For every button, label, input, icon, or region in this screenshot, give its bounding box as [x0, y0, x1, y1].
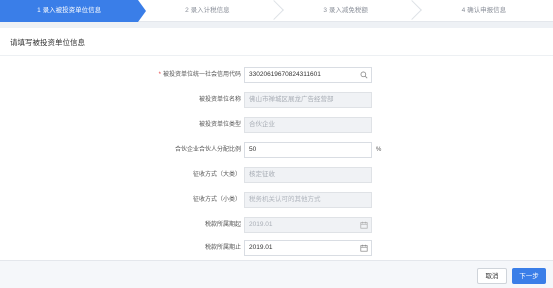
panel-title: 请填写被投资单位信息 — [10, 38, 85, 47]
row-levy-minor: 征收方式（小类） 税务机关认可的其他方式 — [0, 192, 553, 208]
step-1-label: 1 录入被投资单位信息 — [37, 7, 102, 14]
credit-code-label: * 被投资单位统一社会信用代码 — [158, 72, 241, 78]
levy-major-field: 核定征收 — [244, 167, 372, 183]
ratio-label: 合伙企业合伙人分配比例 — [174, 147, 241, 153]
levy-major-label: 征收方式（大类） — [192, 172, 241, 178]
ratio-unit: % — [376, 147, 382, 153]
period-end-input[interactable]: 2019.01 — [244, 240, 372, 256]
step-2[interactable]: 2 录入计税信息 — [138, 0, 284, 22]
credit-code-input[interactable]: 330206196708243116​01 — [244, 67, 372, 83]
form-panel: 请填写被投资单位信息 * 被投资单位统一社会信用代码 33020619670824… — [0, 28, 553, 260]
unit-type-label: 被投资单位类型 — [198, 122, 241, 128]
levy-minor-field: 税务机关认可的其他方式 — [244, 192, 372, 208]
row-period-start: 税款所属期起 2019.01 — [0, 217, 553, 233]
row-period-end: 税款所属期止 2019.01 — [0, 240, 553, 256]
row-unit-name: 被投资单位名称 佛山市禅城区展龙广告经营部 — [0, 92, 553, 108]
cancel-button[interactable]: 取消 — [477, 268, 507, 284]
step-4[interactable]: 4 确认申报信息 — [415, 0, 553, 22]
calendar-icon — [360, 221, 368, 229]
period-end-label: 税款所属期止 — [204, 245, 241, 251]
row-credit-code: * 被投资单位统一社会信用代码 330206196708243116​01 — [0, 67, 553, 83]
panel-divider — [0, 55, 553, 56]
row-ratio: 合伙企业合伙人分配比例 50 % — [0, 142, 553, 158]
step-1[interactable]: 1 录入被投资单位信息 — [0, 0, 147, 22]
calendar-icon[interactable] — [360, 244, 368, 252]
row-unit-type: 被投资单位类型 合伙企业 — [0, 117, 553, 133]
unit-name-field: 佛山市禅城区展龙广告经营部 — [244, 92, 372, 108]
ratio-input[interactable]: 50 — [244, 142, 372, 158]
step-3[interactable]: 3 录入减免税额 — [277, 0, 422, 22]
unit-type-field: 合伙企业 — [244, 117, 372, 133]
step-3-label: 3 录入减免税额 — [323, 7, 368, 14]
required-mark: * — [158, 72, 161, 78]
footer-bar: 取消 下一步 — [0, 260, 553, 288]
period-start-field: 2019.01 — [244, 217, 372, 233]
levy-minor-label: 征收方式（小类） — [192, 197, 241, 203]
search-icon[interactable] — [360, 71, 368, 79]
period-start-label: 税款所属期起 — [204, 222, 241, 228]
step-4-label: 4 确认申报信息 — [461, 7, 507, 14]
app-window: 1 录入被投资单位信息 2 录入计税信息 3 录入减免税额 4 确认申报信息 请… — [0, 0, 553, 288]
row-levy-major: 征收方式（大类） 核定征收 — [0, 167, 553, 183]
next-step-button[interactable]: 下一步 — [512, 268, 546, 284]
step-2-label: 2 录入计税信息 — [185, 7, 230, 14]
unit-name-label: 被投资单位名称 — [198, 97, 241, 103]
step-bar: 1 录入被投资单位信息 2 录入计税信息 3 录入减免税额 4 确认申报信息 — [0, 0, 553, 22]
